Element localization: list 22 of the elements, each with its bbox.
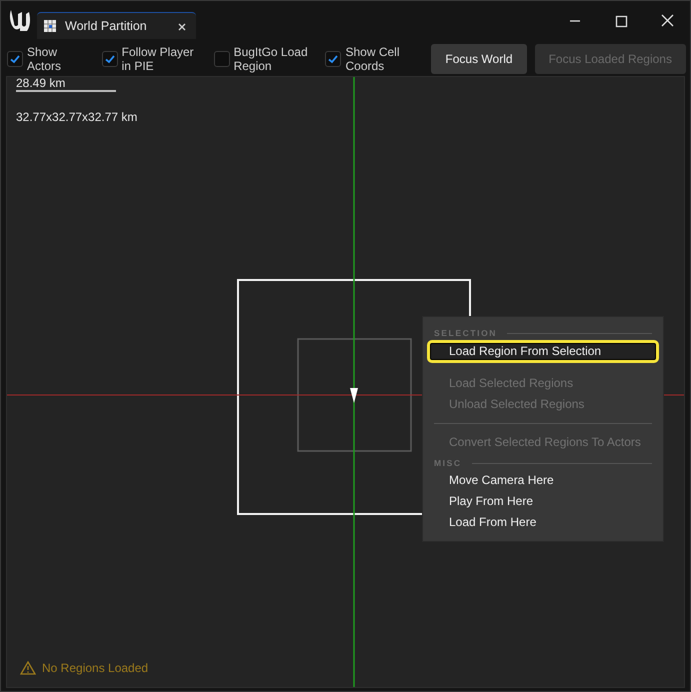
world-size-label: 32.77x32.77x32.77 km [16, 110, 138, 124]
check-icon [104, 52, 116, 64]
menu-item[interactable]: Load Region From Selection [427, 340, 659, 363]
menu-item[interactable]: Move Camera Here [427, 470, 659, 491]
checkbox-label: Show Cell Coords [345, 44, 401, 72]
menu-item[interactable]: Load From Here [427, 512, 659, 533]
checkbox[interactable] [7, 50, 23, 66]
check-icon [327, 52, 340, 64]
scale-bar: 28.49 km [16, 77, 116, 92]
grid-icon [43, 19, 57, 33]
focus-button[interactable]: Focus World [431, 44, 527, 74]
checkbox-label: BugItGo Load Region [234, 44, 309, 72]
checkbox[interactable] [214, 50, 230, 66]
menu-item[interactable]: Play From Here [427, 491, 659, 512]
checkbox-label: Show Actors [27, 44, 62, 72]
status-message: No Regions Loaded [42, 661, 148, 675]
checkbox[interactable] [325, 50, 342, 66]
checkbox-label: Follow Player in PIE [122, 44, 195, 72]
check-icon [9, 52, 21, 64]
checkbox[interactable] [102, 50, 118, 66]
warning-icon [20, 661, 36, 675]
player-arrow-icon [350, 388, 358, 403]
